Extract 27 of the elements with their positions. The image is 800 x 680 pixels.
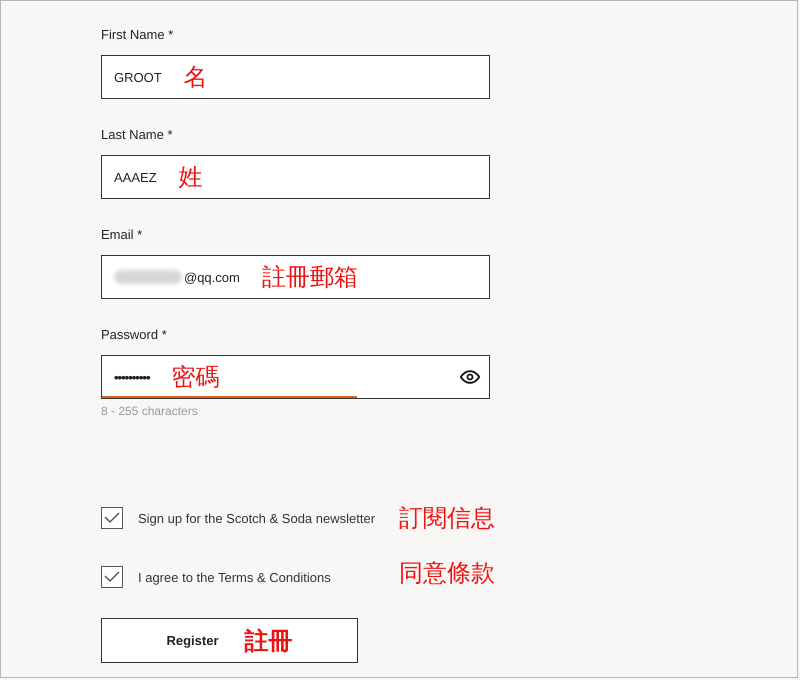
password-field[interactable]: •••••••••• 密碼 <box>101 355 490 399</box>
check-icon <box>104 512 120 524</box>
field-value: GROOT <box>114 70 162 84</box>
annotation-text: 註冊 <box>244 626 293 656</box>
check-icon <box>104 571 120 583</box>
field-value: @qq.com <box>184 270 240 284</box>
annotation-text: 姓 <box>178 162 203 193</box>
annotation-text: 密碼 <box>172 362 220 393</box>
field-label: First Name * <box>101 27 174 42</box>
email-field[interactable]: @qq.com 註冊郵箱 <box>101 255 490 299</box>
field-value: •••••••••• <box>114 370 150 384</box>
checkbox-label: I agree to the Terms & Conditions <box>138 570 332 584</box>
checkbox[interactable] <box>101 566 123 588</box>
text-field[interactable]: AAAEZ 姓 <box>101 155 490 199</box>
text-field[interactable]: GROOT 名 <box>101 55 490 99</box>
annotation-text: 同意條款 <box>399 558 496 589</box>
annotation-text: 註冊郵箱 <box>262 262 358 293</box>
hint-text: 8 - 255 characters <box>101 404 198 418</box>
annotation-text: 名 <box>184 62 208 93</box>
annotation-text: 訂閱信息 <box>399 503 496 534</box>
field-label: Last Name * <box>101 127 173 142</box>
field-label: Password * <box>101 327 167 342</box>
field-value: AAAEZ <box>114 170 157 184</box>
checkbox-label: Sign up for the Scotch & Soda newsletter <box>138 510 376 526</box>
checkbox[interactable] <box>101 507 123 529</box>
field-label: Email * <box>101 227 142 242</box>
register-button[interactable]: Register 註冊 <box>101 618 358 663</box>
